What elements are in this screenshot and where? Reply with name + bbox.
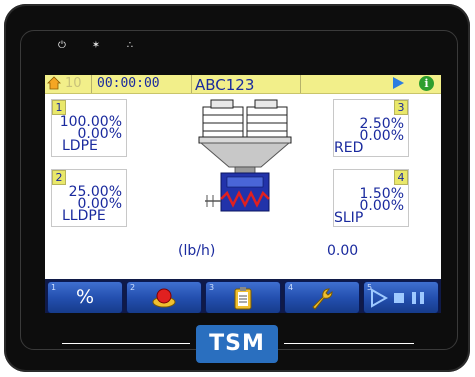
actual-percent: 0.00% — [359, 198, 404, 214]
component-card-1[interactable]: 1 100.00% 0.00% LDPE — [51, 99, 127, 157]
recipe-name[interactable]: ABC123 — [195, 76, 254, 94]
component-number: 4 — [394, 170, 408, 185]
hmi-screen: 10 00:00:00 ABC123 i 1 100.00% 0.00% LDP… — [45, 75, 441, 313]
hopper-group — [198, 99, 292, 144]
percent-icon: % — [75, 286, 95, 308]
home-icon[interactable] — [47, 76, 61, 90]
divider — [91, 75, 92, 93]
clipboard-icon — [234, 287, 252, 310]
divider — [284, 343, 414, 344]
material-name: LLDPE — [62, 208, 106, 224]
settings-button[interactable]: 4 — [284, 281, 360, 313]
component-card-4[interactable]: 4 1.50% 0.00% SLIP — [333, 169, 409, 227]
alarm-icon — [152, 288, 176, 308]
run-status-icon — [393, 77, 404, 89]
report-button[interactable]: 3 — [205, 281, 281, 313]
info-icon[interactable]: i — [419, 76, 434, 91]
throughput-unit: (lb/h) — [178, 243, 216, 259]
blender-diagram — [198, 99, 292, 212]
material-name: SLIP — [334, 210, 364, 226]
play-stop-pause-icon — [371, 288, 424, 308]
clock-display: 00:00:00 — [97, 76, 160, 91]
component-number: 3 — [394, 100, 408, 115]
button-key: 4 — [288, 283, 294, 292]
actual-percent: 0.00% — [359, 128, 404, 144]
component-number: 2 — [52, 170, 66, 185]
status-bar: 10 00:00:00 ABC123 i — [45, 75, 441, 94]
component-card-3[interactable]: 3 2.50% 0.00% RED — [333, 99, 409, 157]
counter-value: 10 — [65, 76, 82, 91]
brightness-icon[interactable]: ✶ — [90, 40, 102, 51]
component-number: 1 — [52, 100, 66, 115]
divider — [191, 75, 192, 93]
percent-button[interactable]: 1 % — [47, 281, 123, 313]
cone — [199, 142, 291, 168]
network-icon: ∴ — [126, 40, 134, 51]
throughput-value: 0.00 — [327, 243, 359, 259]
brand-logo: TSM — [196, 325, 278, 363]
button-key: 3 — [209, 283, 215, 292]
alarm-button[interactable]: 2 — [126, 281, 202, 313]
divider — [62, 343, 190, 344]
material-name: RED — [334, 140, 364, 156]
button-key: 2 — [130, 283, 136, 292]
material-name: LDPE — [62, 138, 98, 154]
power-icon[interactable]: ⏻ — [56, 40, 68, 51]
function-toolbar: 1 % 2 3 4 5 — [45, 279, 441, 313]
divider — [300, 75, 301, 93]
device-status-icons: ⏻ ✶ ∴ — [56, 40, 136, 51]
wrench-icon — [312, 288, 333, 310]
run-control-button[interactable]: 5 — [363, 281, 439, 313]
component-card-2[interactable]: 2 25.00% 0.00% LLDPE — [51, 169, 127, 227]
